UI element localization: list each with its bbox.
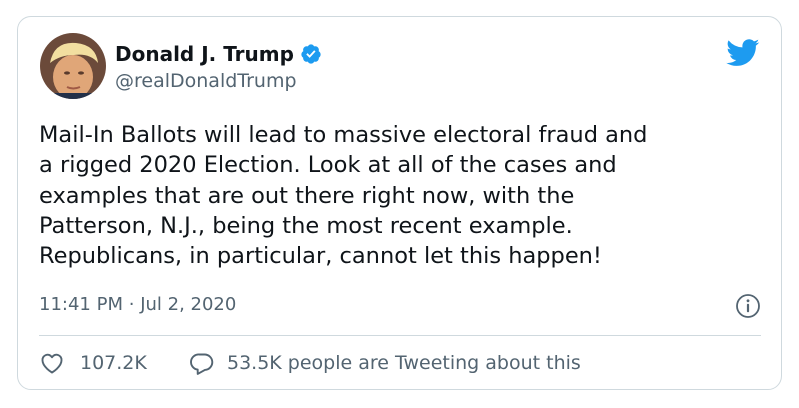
like-button[interactable]: 107.2K xyxy=(39,350,189,376)
like-count: 107.2K xyxy=(80,352,147,374)
author-display-name[interactable]: Donald J. Trump xyxy=(115,42,294,66)
avatar[interactable] xyxy=(40,33,106,99)
author-name-row[interactable]: Donald J. Trump xyxy=(115,42,322,66)
heart-icon xyxy=(41,353,63,374)
reply-bubble-icon xyxy=(190,353,214,375)
divider xyxy=(39,335,761,336)
tweet-text: Mail-In Ballots will lead to massive ele… xyxy=(39,122,648,270)
conversation-text: 53.5K people are Tweeting about this xyxy=(227,352,581,374)
tweet-actions: 107.2K 53.5K people are Tweeting about t… xyxy=(39,350,581,376)
verified-badge-icon xyxy=(300,43,322,65)
twitter-bird-icon[interactable] xyxy=(726,39,760,67)
tweet-time[interactable]: 11:41 PM xyxy=(39,294,123,315)
tweet-date[interactable]: Jul 2, 2020 xyxy=(140,294,236,315)
info-icon[interactable] xyxy=(735,293,761,319)
tweet-timestamp[interactable]: 11:41 PM · Jul 2, 2020 xyxy=(39,294,236,315)
author-handle[interactable]: @realDonaldTrump xyxy=(115,70,297,92)
timestamp-separator: · xyxy=(128,294,135,315)
conversation-button[interactable]: 53.5K people are Tweeting about this xyxy=(189,350,581,376)
tweet-card: Donald J. Trump @realDonaldTrump Mail-In… xyxy=(17,16,782,390)
